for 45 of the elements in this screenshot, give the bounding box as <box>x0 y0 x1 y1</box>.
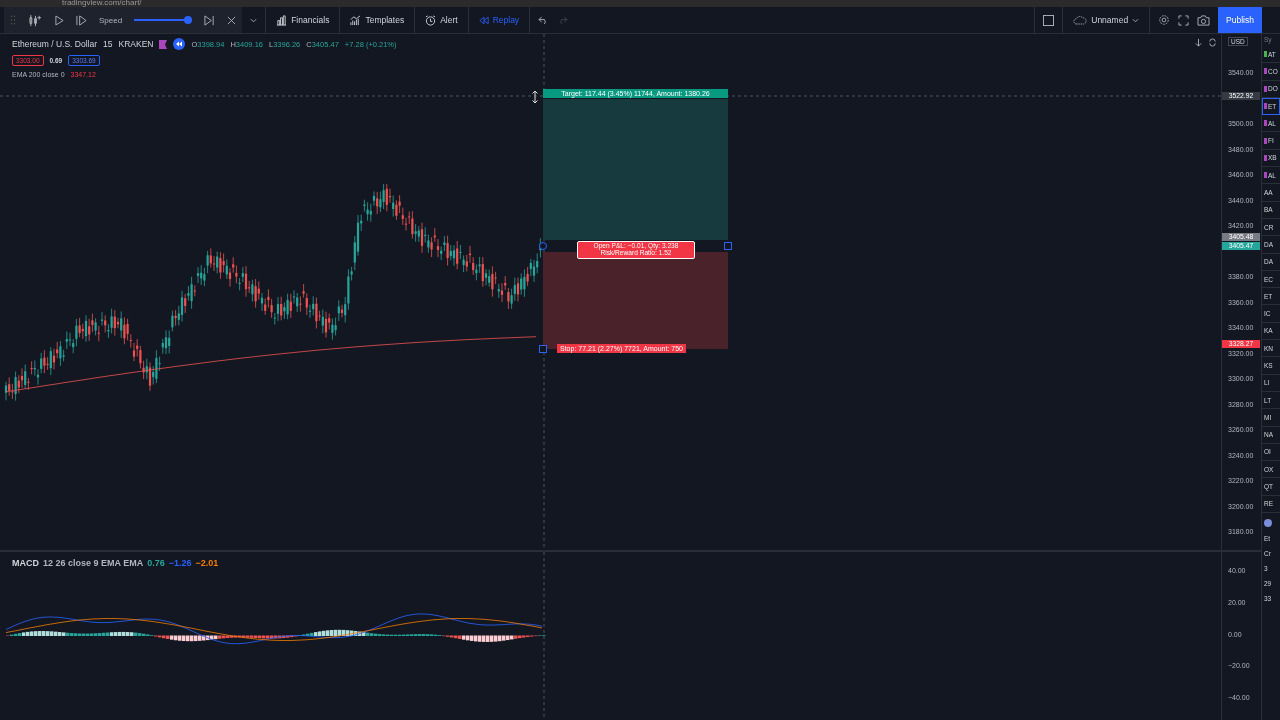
indicator-value: −1.26 <box>168 558 192 568</box>
alarm-clock-icon <box>425 14 437 26</box>
caret-icon <box>1132 17 1140 23</box>
speed-slider[interactable] <box>134 16 193 24</box>
entry-handle[interactable] <box>539 242 547 250</box>
templates-button[interactable]: Templates <box>348 12 407 28</box>
resize-cursor-icon <box>532 90 538 104</box>
coin-icon <box>1264 519 1272 527</box>
rewind-icon <box>478 15 489 25</box>
indicator-value: −2.01 <box>195 558 219 568</box>
bar-chart-add-icon[interactable] <box>28 13 43 27</box>
square-icon[interactable] <box>1043 14 1055 26</box>
step-forward-icon[interactable] <box>76 14 87 26</box>
layout-menu-button[interactable]: Unnamed <box>1071 13 1142 27</box>
interval-text[interactable]: 15 <box>103 39 113 49</box>
refresh-icon[interactable] <box>1208 38 1217 47</box>
play-icon[interactable] <box>55 14 64 26</box>
address-text[interactable]: tradingview.com/chart/ <box>62 0 142 7</box>
chart-line-icon <box>350 14 362 26</box>
stop-handle[interactable] <box>539 345 547 353</box>
settings-icon[interactable] <box>1158 14 1171 26</box>
indicator-label[interactable]: MACD <box>12 558 39 568</box>
alert-button[interactable]: Alert <box>423 12 460 28</box>
financials-button[interactable]: Financials <box>274 12 332 28</box>
caret-icon[interactable] <box>250 17 258 23</box>
grip-icon[interactable] <box>10 14 16 26</box>
fullscreen-icon[interactable] <box>1178 14 1190 26</box>
width-handle[interactable] <box>724 242 732 250</box>
symbol-title[interactable]: Ethereum / U.S. Dollar <box>12 39 98 49</box>
flag-icon[interactable] <box>159 39 168 49</box>
slider-thumb[interactable] <box>184 16 193 24</box>
speed-label: Speed <box>99 15 123 25</box>
indicator-value: 0.76 <box>147 558 165 568</box>
close-icon[interactable] <box>227 15 237 25</box>
replay-button[interactable]: Replay <box>476 13 522 27</box>
indicator-params: 12 26 close 9 EMA EMA <box>43 558 144 568</box>
skip-forward-icon[interactable] <box>204 14 216 26</box>
camera-icon[interactable] <box>1197 14 1211 26</box>
macd-chart[interactable]: MACD 12 26 close 9 EMA EMA 0.76 −1.26 −2.01 <box>0 550 1222 720</box>
cloud-icon <box>1073 15 1088 25</box>
download-icon[interactable] <box>1194 38 1203 47</box>
exchange-text: KRAKEN <box>118 39 154 49</box>
publish-button[interactable]: Publish <box>1218 7 1262 33</box>
bar-chart-icon <box>276 14 288 26</box>
rewind-icon[interactable] <box>173 38 186 50</box>
